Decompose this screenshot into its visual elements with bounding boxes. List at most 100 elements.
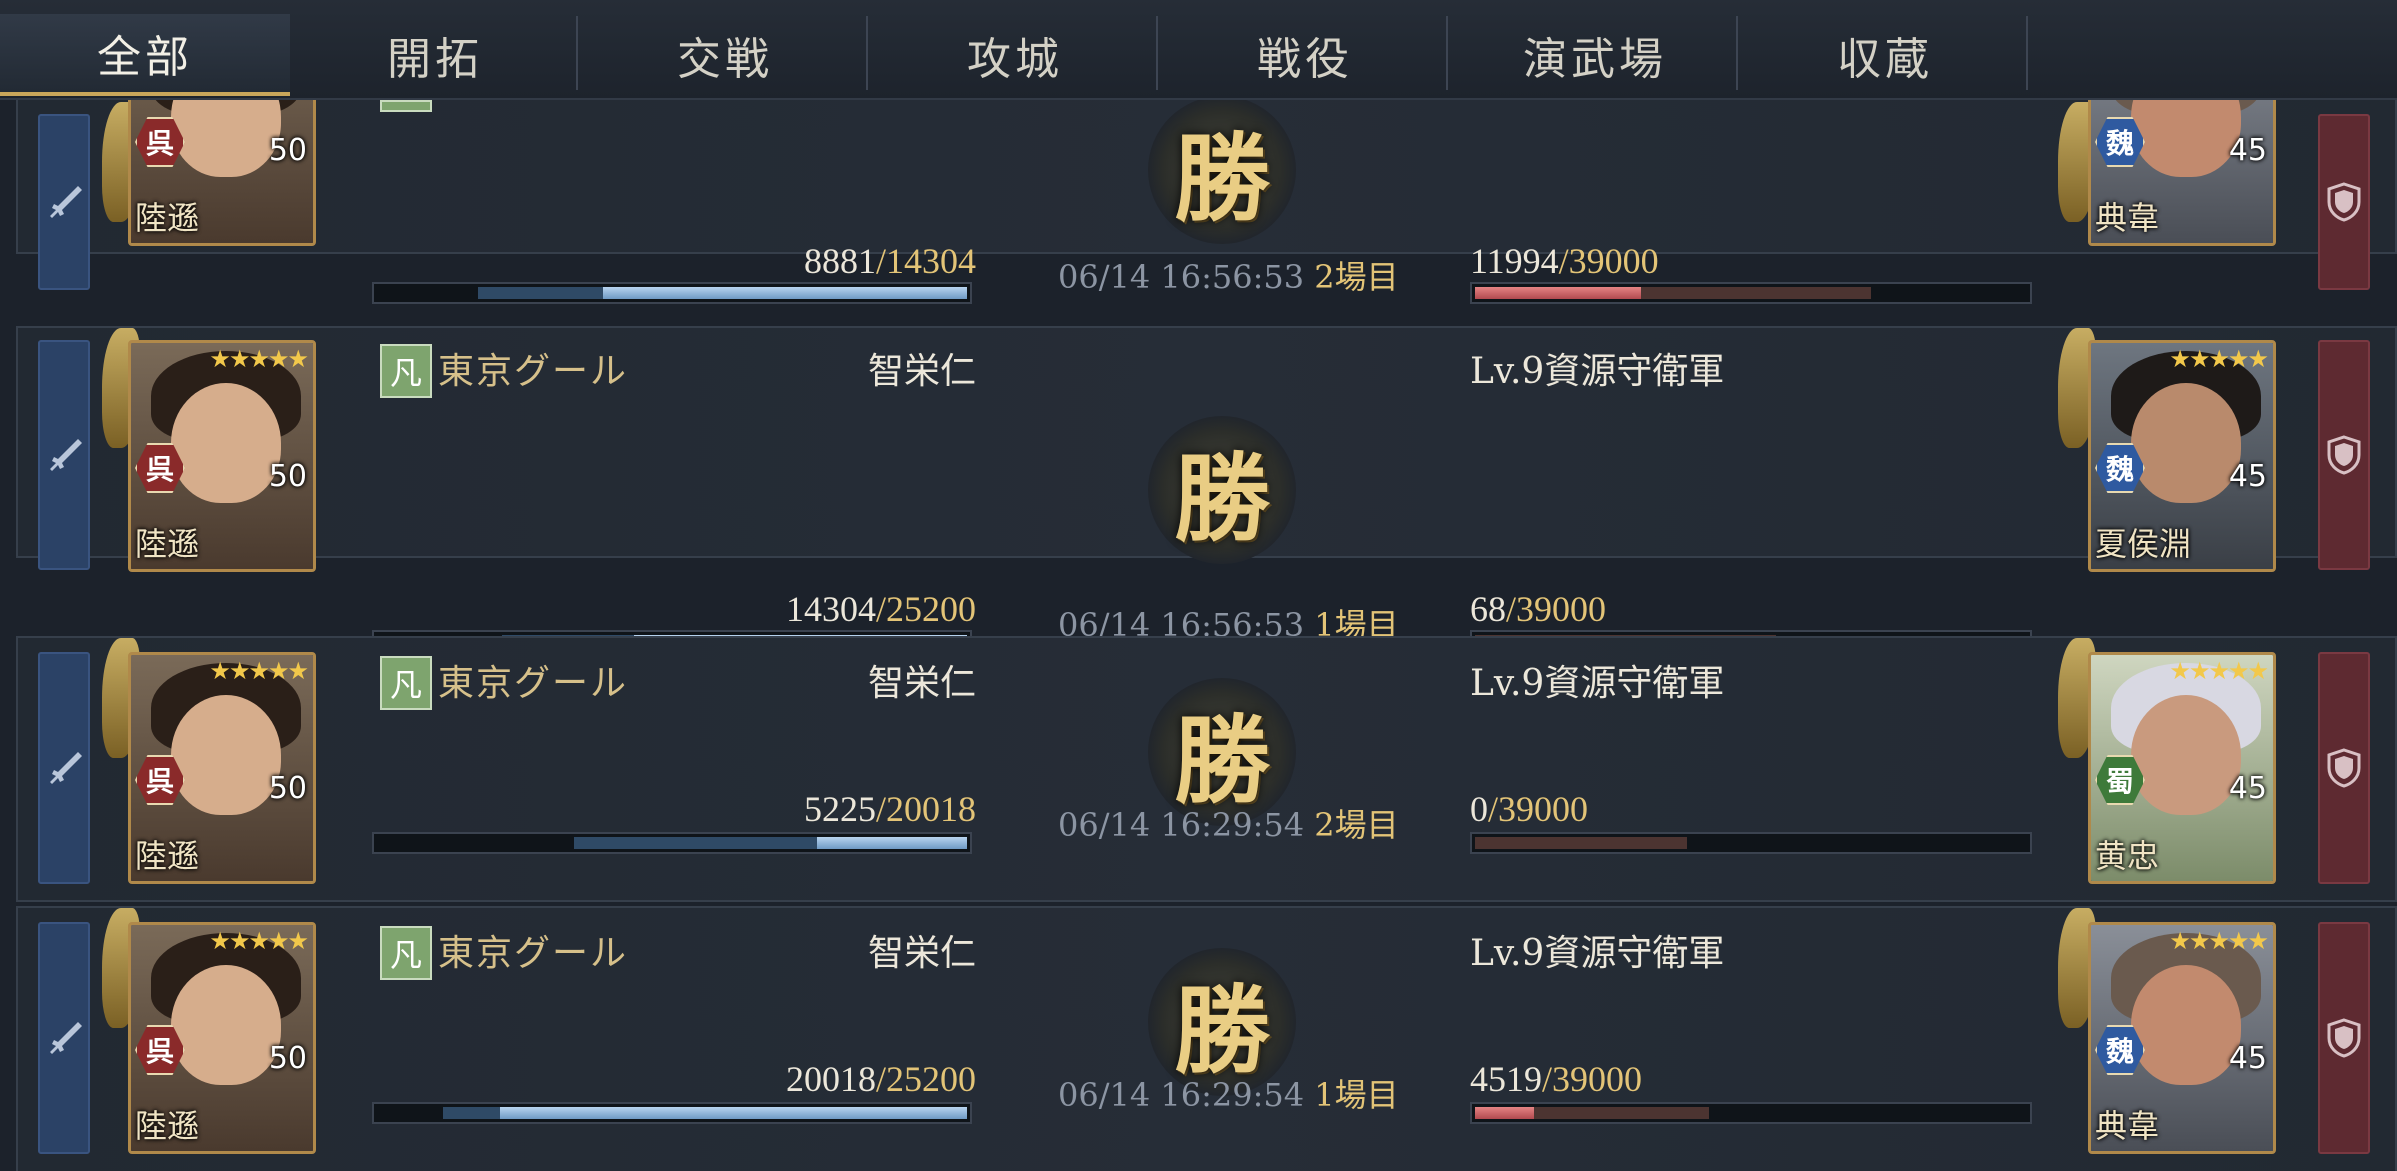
- attacker-hp: 5225/20018: [598, 788, 976, 830]
- tab-label: 交戦: [677, 34, 773, 85]
- hp-current: 5225: [803, 789, 876, 829]
- hp-bar-fill: [1475, 287, 1641, 299]
- defender-portrait[interactable]: 魏 45 典韋: [2088, 100, 2276, 246]
- battle-timestamp: 06/14 16:29:54: [1058, 1076, 1305, 1114]
- defender-hp: 68/39000: [1470, 588, 1606, 630]
- battle-row[interactable]: ★★★★★ 呉 50 陸遜 凡 東京グール 智栄仁 20018/25200 勝 …: [16, 906, 2397, 1171]
- tab-all[interactable]: 全部: [0, 14, 290, 96]
- general-name: 陸遜: [135, 1107, 200, 1145]
- attacker-portrait[interactable]: ★★★★★ 呉 50 陸遜: [128, 922, 316, 1154]
- shield-icon: [2327, 748, 2361, 788]
- rank-badge: 凡: [380, 344, 432, 398]
- battle-row[interactable]: 呉 50 陸遜 8881/14304 勝 06/14 16:56:53 2場目 …: [16, 100, 2397, 304]
- defender-side-tab: [2318, 340, 2370, 570]
- sword-icon: [50, 752, 82, 784]
- tab-siege[interactable]: 攻城: [870, 14, 1160, 96]
- tab-divider: [1446, 16, 1448, 90]
- hp-max: /14304: [875, 241, 976, 281]
- general-level: 50: [268, 1041, 307, 1076]
- battle-report-list[interactable]: 呉 50 陸遜 8881/14304 勝 06/14 16:56:53 2場目 …: [0, 100, 2397, 1171]
- attacker-hp-bar: [372, 1102, 972, 1124]
- battle-row[interactable]: ★★★★★ 呉 50 陸遜 凡 東京グール 智栄仁 14304/25200 勝 …: [16, 326, 2397, 652]
- player-name[interactable]: 智栄仁: [808, 924, 976, 976]
- hp-current: 11994: [1470, 241, 1559, 281]
- defender-hp: 0/39000: [1470, 788, 1588, 830]
- defender-name[interactable]: Lv.9資源守衛軍: [1470, 342, 1724, 394]
- player-name[interactable]: 智栄仁: [808, 342, 976, 394]
- defender-hp: 11994/39000: [1470, 240, 1659, 282]
- defender-side-tab: [2318, 652, 2370, 884]
- sword-icon: [50, 186, 82, 218]
- rank-badge: [380, 100, 432, 112]
- rank-badge: 凡: [380, 926, 432, 980]
- player-name[interactable]: 智栄仁: [808, 654, 976, 706]
- hp-current: 14304: [785, 589, 876, 629]
- tab-label: 収蔵: [1837, 34, 1933, 85]
- defender-name[interactable]: Lv.9資源守衛軍: [1470, 924, 1724, 976]
- tab-combat[interactable]: 交戦: [580, 14, 870, 96]
- star-rating: ★★★★★: [2169, 927, 2269, 955]
- general-level: 45: [2228, 133, 2267, 168]
- victory-emblem: 勝: [1148, 100, 1296, 244]
- shield-icon: [2327, 182, 2361, 222]
- guild-name[interactable]: 東京グール: [438, 342, 628, 394]
- battle-timestamp: 06/14 16:29:54: [1058, 806, 1305, 844]
- attacker-portrait[interactable]: ★★★★★ 呉 50 陸遜: [128, 340, 316, 572]
- hp-current: 0: [1470, 789, 1488, 829]
- battle-time: 06/14 16:29:54 2場目: [1058, 800, 1399, 846]
- star-rating: ★★★★★: [209, 927, 309, 955]
- general-name: 陸遜: [135, 199, 200, 237]
- tab-label: 全部: [97, 32, 193, 83]
- hp-max: /39000: [1488, 789, 1589, 829]
- battle-round: 2場目: [1314, 258, 1399, 296]
- general-name: 典韋: [2095, 199, 2160, 237]
- defender-portrait[interactable]: ★★★★★ 魏 45 夏侯淵: [2088, 340, 2276, 572]
- hp-max: /39000: [1558, 241, 1659, 281]
- tab-campaign[interactable]: 戦役: [1160, 14, 1450, 96]
- battle-row[interactable]: ★★★★★ 呉 50 陸遜 凡 東京グール 智栄仁 5225/20018 勝 0…: [16, 636, 2397, 902]
- tab-explore[interactable]: 開拓: [290, 14, 580, 96]
- hp-max: /39000: [1542, 1059, 1643, 1099]
- tab-label: 攻城: [967, 34, 1063, 85]
- general-level: 45: [2228, 459, 2267, 494]
- general-name: 陸遜: [135, 837, 200, 875]
- hp-max: /20018: [875, 789, 976, 829]
- defender-portrait[interactable]: ★★★★★ 蜀 45 黄忠: [2088, 652, 2276, 884]
- battle-time: 06/14 16:29:54 1場目: [1058, 1070, 1399, 1116]
- defender-side-tab: [2318, 922, 2370, 1154]
- hp-current: 68: [1470, 589, 1506, 629]
- guild-name[interactable]: 東京グール: [438, 924, 628, 976]
- defender-name[interactable]: Lv.9資源守衛軍: [1470, 654, 1724, 706]
- tab-divider: [576, 16, 578, 90]
- tab-bar: 全部 開拓 交戦 攻城 戦役 演武場 収蔵: [0, 0, 2397, 100]
- attacker-portrait[interactable]: 呉 50 陸遜: [128, 100, 316, 246]
- sword-icon: [50, 1022, 82, 1054]
- general-level: 50: [268, 771, 307, 806]
- tab-label: 演武場: [1523, 34, 1667, 85]
- defender-side-tab: [2318, 114, 2370, 290]
- hp-max: /25200: [875, 1059, 976, 1099]
- hp-bar-fill: [499, 1107, 967, 1119]
- tab-arena[interactable]: 演武場: [1450, 14, 1740, 96]
- general-name: 夏侯淵: [2095, 525, 2192, 563]
- hp-bar-fill: [1475, 1107, 1534, 1119]
- shield-icon: [2327, 1018, 2361, 1058]
- guild-name[interactable]: 東京グール: [438, 654, 628, 706]
- tab-divider: [866, 16, 868, 90]
- attacker-side-tab: [38, 922, 90, 1154]
- tab-divider: [1736, 16, 1738, 90]
- attacker-side-tab: [38, 340, 90, 570]
- hp-bar-fill: [817, 837, 967, 849]
- star-rating: ★★★★★: [209, 657, 309, 685]
- attacker-side-tab: [38, 114, 90, 290]
- battle-time: 06/14 16:56:53 2場目: [1058, 252, 1399, 298]
- general-name: 黄忠: [2095, 837, 2160, 875]
- tab-collection[interactable]: 収蔵: [1740, 14, 2030, 96]
- hp-max: /25200: [875, 589, 976, 629]
- attacker-portrait[interactable]: ★★★★★ 呉 50 陸遜: [128, 652, 316, 884]
- defender-hp: 4519/39000: [1470, 1058, 1642, 1100]
- attacker-side-tab: [38, 652, 90, 884]
- attacker-hp-bar: [372, 832, 972, 854]
- defender-hp-bar: [1470, 1102, 2032, 1124]
- defender-portrait[interactable]: ★★★★★ 魏 45 典韋: [2088, 922, 2276, 1154]
